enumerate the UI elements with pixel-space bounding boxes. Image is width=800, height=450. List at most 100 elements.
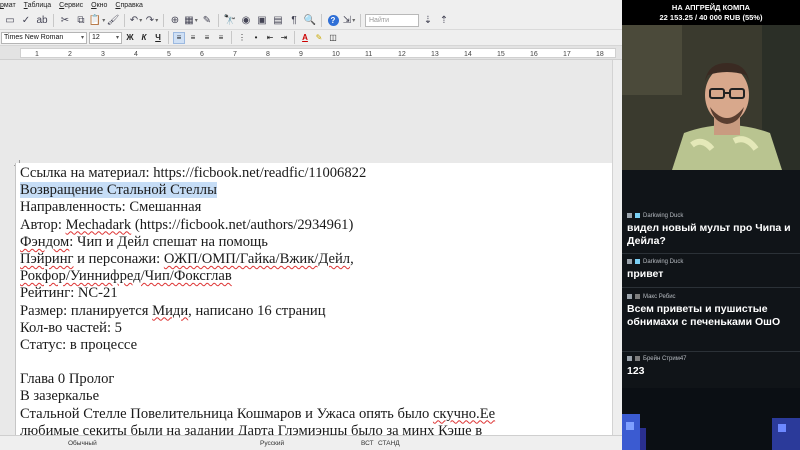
menu-bar: рмат Таблица Сервис Окно Справка bbox=[0, 0, 622, 11]
spelling-error[interactable]: Фэндом bbox=[20, 234, 69, 250]
doc-line[interactable]: В зазеркалье bbox=[20, 388, 610, 405]
font-size-select[interactable]: 12 ▾ bbox=[89, 31, 122, 44]
heart-badge-icon bbox=[635, 294, 640, 299]
chat-username[interactable]: Darkwing Duck bbox=[643, 259, 683, 265]
subscriber-badge-icon bbox=[635, 213, 640, 218]
webcam-feed bbox=[622, 25, 800, 170]
ruler-number: 1 bbox=[35, 51, 39, 58]
vertical-scrollbar[interactable] bbox=[612, 60, 622, 435]
font-color-button[interactable]: A bbox=[299, 32, 311, 44]
doc-line[interactable]: Рейтинг: NC-21 bbox=[20, 285, 610, 302]
spelling-error[interactable]: ОЖП/ОМП/Гайка/Вжик/Дейл bbox=[164, 251, 350, 267]
navigator-icon[interactable]: ◉ bbox=[239, 13, 253, 27]
find-next-icon[interactable]: ⇣ bbox=[421, 13, 435, 27]
bullets-button[interactable]: • bbox=[250, 32, 262, 44]
document-text[interactable]: Ссылка на материал: https://ficbook.net/… bbox=[20, 165, 610, 435]
show-draw-icon[interactable]: ✎ bbox=[200, 13, 214, 27]
spellcheck-icon[interactable]: ✓ bbox=[19, 13, 33, 27]
menu-table[interactable]: Таблица bbox=[20, 2, 55, 9]
ruler[interactable]: 1 2 3 4 5 6 7 8 9 10 11 12 13 14 15 16 17 18 bbox=[0, 46, 622, 60]
font-name-select[interactable]: Times New Roman ▾ bbox=[1, 31, 87, 44]
ruler-number: 7 bbox=[233, 51, 237, 58]
increase-indent-button[interactable]: ⇥ bbox=[278, 32, 290, 44]
autospell-icon[interactable]: ab bbox=[35, 13, 49, 27]
font-name-value: Times New Roman bbox=[4, 34, 64, 41]
undo-icon[interactable]: ↶ bbox=[129, 13, 143, 27]
clone-formatting-icon[interactable]: 🖌 bbox=[106, 13, 120, 27]
decrease-indent-button[interactable]: ⇤ bbox=[264, 32, 276, 44]
ruler-number: 18 bbox=[596, 51, 604, 58]
doc-line[interactable]: Глава 0 Пролог bbox=[20, 371, 610, 388]
zoom-icon[interactable]: 🔍 bbox=[303, 13, 317, 27]
copy-icon[interactable]: ⧉ bbox=[74, 13, 88, 27]
status-language[interactable]: Русский bbox=[260, 440, 284, 447]
doc-line[interactable]: Кол-во частей: 5 bbox=[20, 320, 610, 337]
spelling-error[interactable]: Миди bbox=[152, 303, 188, 319]
chat-message: Darkwing Duck привет bbox=[627, 257, 795, 281]
justify-button[interactable]: ≡ bbox=[215, 32, 227, 44]
align-right-button[interactable]: ≡ bbox=[201, 32, 213, 44]
chat-username[interactable]: Макс Ребис bbox=[643, 294, 676, 300]
chat-username[interactable]: Брейн Стрим47 bbox=[643, 356, 687, 362]
status-page-style[interactable]: Обычный bbox=[68, 440, 97, 447]
underline-button[interactable]: Ч bbox=[152, 32, 164, 44]
find-previous-icon[interactable]: ⇡ bbox=[437, 13, 451, 27]
bold-button[interactable]: Ж bbox=[124, 32, 136, 44]
help-icon: ? bbox=[327, 14, 339, 26]
status-selection-mode[interactable]: СТАНД bbox=[378, 440, 400, 447]
doc-line[interactable]: Рокфор/Уиннифред/Чип/Фоксглав bbox=[20, 268, 610, 285]
chat-username[interactable]: Darkwing Duck bbox=[643, 213, 683, 219]
toolbar-separator bbox=[321, 13, 322, 27]
spelling-error[interactable]: Mechadark bbox=[66, 217, 132, 233]
doc-line[interactable]: Размер: планируется Миди, написано 16 ст… bbox=[20, 303, 610, 320]
find-input[interactable]: Найти bbox=[365, 13, 419, 27]
document-page[interactable]: Ссылка на материал: https://ficbook.net/… bbox=[15, 163, 613, 435]
doc-line[interactable]: Ссылка на материал: https://ficbook.net/… bbox=[20, 165, 610, 182]
numbering-button[interactable]: ⋮ bbox=[236, 32, 248, 44]
doc-line[interactable]: Статус: в процессе bbox=[20, 337, 610, 354]
background-color-icon[interactable]: ◫ bbox=[327, 32, 339, 44]
formatting-marks-icon[interactable]: ¶ bbox=[287, 13, 301, 27]
paste-icon[interactable]: 📋 bbox=[89, 13, 104, 27]
align-left-button[interactable]: ≡ bbox=[173, 31, 185, 44]
chat-message-header: Брейн Стрим47 bbox=[627, 354, 795, 363]
ruler-number: 9 bbox=[299, 51, 303, 58]
spelling-error[interactable]: Пэйринг bbox=[20, 251, 74, 267]
data-sources-icon[interactable]: ▤ bbox=[271, 13, 285, 27]
spelling-error[interactable]: скучно.Ее bbox=[433, 406, 495, 422]
menu-format[interactable]: рмат bbox=[0, 2, 20, 9]
cut-icon[interactable]: ✂ bbox=[58, 13, 72, 27]
chevron-down-icon: ▾ bbox=[115, 35, 119, 41]
print-preview-icon[interactable]: ▭ bbox=[3, 13, 17, 27]
redo-icon[interactable]: ↷ bbox=[145, 13, 159, 27]
doc-line[interactable]: любимые секиты были на задании Дарта Глэ… bbox=[20, 423, 610, 435]
chat-text: Всем приветы и пушистые обнимахи с печен… bbox=[627, 303, 781, 328]
status-insert-mode[interactable]: ВСТ bbox=[361, 440, 374, 447]
doc-line[interactable]: Направленность: Смешанная bbox=[20, 199, 610, 216]
table-icon[interactable]: ▦ bbox=[184, 13, 198, 27]
align-center-button[interactable]: ≡ bbox=[187, 32, 199, 44]
ruler-number: 6 bbox=[200, 51, 204, 58]
moderator-badge-icon bbox=[627, 294, 632, 299]
whats-this-icon[interactable]: ⇲ bbox=[342, 13, 356, 27]
toolbar-separator bbox=[231, 31, 232, 44]
help-button[interactable]: ? bbox=[326, 13, 340, 27]
moderator-badge-icon bbox=[627, 259, 632, 264]
gallery-icon[interactable]: ▣ bbox=[255, 13, 269, 27]
highlighting-icon[interactable]: ✎ bbox=[313, 32, 325, 44]
doc-line-selected[interactable]: Возвращение Стальной Стеллы bbox=[20, 182, 610, 199]
spelling-error[interactable]: Рокфор/Уиннифред/Чип/Фоксглав bbox=[20, 268, 232, 284]
doc-line[interactable]: Пэйринг и персонажи: ОЖП/ОМП/Гайка/Вжик/… bbox=[20, 251, 610, 268]
menu-help[interactable]: Справка bbox=[111, 2, 146, 9]
doc-line[interactable]: Фэндом: Чип и Дейл спешат на помощь bbox=[20, 234, 610, 251]
donation-goal: НА АПГРЕЙД КОМПА 22 153.25 / 40 000 RUB … bbox=[622, 0, 800, 25]
chat-message: Darkwing Duck видел новый мульт про Чипа… bbox=[627, 211, 795, 248]
doc-line[interactable]: Автор: Mechadark (https://ficbook.net/au… bbox=[20, 217, 610, 234]
menu-tools[interactable]: Сервис bbox=[55, 2, 87, 9]
find-replace-icon[interactable]: 🔭 bbox=[223, 13, 237, 27]
doc-line[interactable]: Стальной Стелле Повелительница Кошмаров … bbox=[20, 406, 610, 423]
hyperlink-icon[interactable]: ⊕ bbox=[168, 13, 182, 27]
doc-line-empty[interactable] bbox=[20, 354, 610, 371]
menu-window[interactable]: Окно bbox=[87, 2, 111, 9]
italic-button[interactable]: К bbox=[138, 32, 150, 44]
